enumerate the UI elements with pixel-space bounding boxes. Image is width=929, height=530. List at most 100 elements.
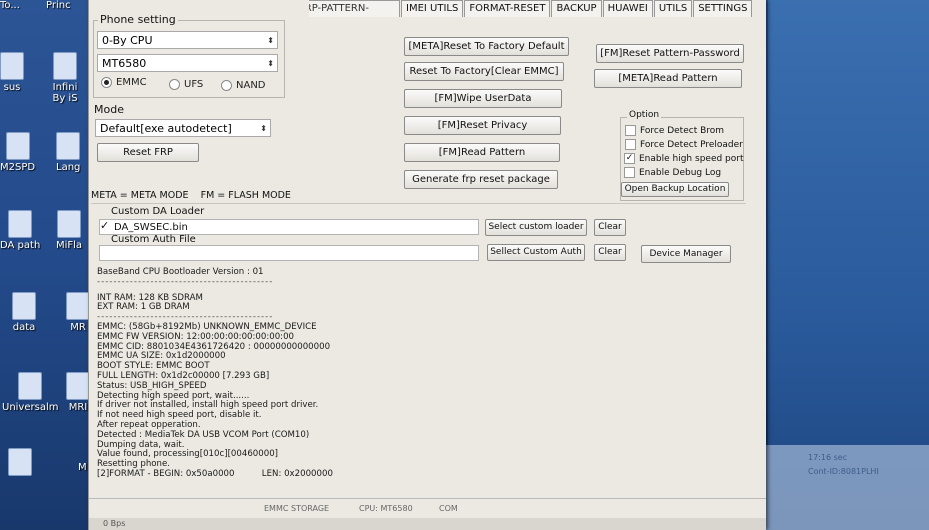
- app-icon: [12, 292, 36, 320]
- clear-auth-button[interactable]: Clear: [594, 244, 626, 261]
- tab-imei-utils[interactable]: IMEI UTILS: [401, 0, 464, 17]
- force-detect-brom-checkbox[interactable]: Force Detect Brom: [625, 125, 724, 136]
- check-icon: ✓: [100, 219, 110, 232]
- desktop-icon[interactable]: To...: [0, 0, 20, 11]
- force-detect-preloader-checkbox[interactable]: Force Detect Preloader: [625, 139, 743, 150]
- desktop-icon[interactable]: data: [12, 292, 36, 333]
- desktop-icon[interactable]: M: [78, 462, 87, 473]
- meta-reset-factory-default-button[interactable]: [META]Reset To Factory Default: [404, 37, 569, 56]
- status-port: COM: [439, 504, 458, 513]
- device-manager-button[interactable]: Device Manager: [641, 245, 731, 263]
- radio-emmc[interactable]: EMMC: [101, 77, 147, 88]
- app-icon: [18, 372, 43, 400]
- checkbox-label: Force Detect Brom: [640, 125, 725, 136]
- desktop-icon[interactable]: MiFla: [56, 210, 82, 251]
- fm-read-pattern-button[interactable]: [FM]Read Pattern: [404, 143, 560, 162]
- mode-select[interactable]: Default[exe autodetect] ⬍: [95, 119, 271, 137]
- radio-dot-icon: [169, 79, 180, 90]
- clear-da-button[interactable]: Clear: [594, 219, 626, 236]
- custom-da-title: Custom DA Loader: [111, 206, 205, 217]
- chevron-updown-icon: ⬍: [267, 36, 274, 45]
- desktop-icon-label: MRI: [68, 402, 88, 413]
- log-line: ----------------------------------------…: [97, 276, 274, 287]
- app-icon: [8, 210, 33, 238]
- custom-auth-title: Custom Auth File: [111, 234, 196, 245]
- fm-wipe-userdata-button[interactable]: [FM]Wipe UserData: [404, 89, 562, 108]
- desktop-icon[interactable]: [8, 448, 32, 478]
- radio-ufs[interactable]: UFS: [169, 79, 203, 90]
- tab-backup[interactable]: BACKUP: [551, 0, 602, 17]
- radio-nand[interactable]: NAND: [221, 80, 266, 91]
- desktop-icon[interactable]: Lang: [56, 132, 80, 173]
- divider: [91, 203, 746, 204]
- select-custom-auth-button[interactable]: Sellect Custom Auth: [487, 244, 585, 261]
- desktop-icon[interactable]: Princ: [46, 0, 71, 11]
- app-icon: [66, 292, 90, 320]
- desktop-icon[interactable]: DA path: [0, 210, 40, 251]
- custom-da-input[interactable]: DA_SWSEC.bin: [99, 219, 479, 235]
- mode-legend: META = META MODE FM = FLASH MODE: [91, 190, 291, 201]
- desktop-icon[interactable]: MRI: [66, 372, 90, 413]
- radio-dot-icon: [101, 77, 112, 88]
- desktop-icon[interactable]: Infini By iS: [46, 52, 84, 104]
- desktop-icon[interactable]: sus: [0, 52, 24, 93]
- desktop-icon-label: MiFla: [56, 240, 83, 251]
- log-output: BaseBand CPU Bootloader Version : 01 ---…: [97, 267, 697, 493]
- reset-frp-button[interactable]: Reset FRP: [97, 143, 199, 162]
- tab-utils[interactable]: UTILS: [653, 0, 693, 17]
- enable-debug-log-checkbox[interactable]: Enable Debug Log: [624, 167, 721, 178]
- open-backup-location-button[interactable]: Open Backup Location: [621, 182, 729, 197]
- chevron-updown-icon: ⬍: [260, 124, 267, 133]
- enable-high-speed-port-checkbox[interactable]: ✓ Enable high speed port: [624, 153, 744, 164]
- tab-settings[interactable]: SETTINGS: [693, 0, 753, 17]
- notify-time: 17:16 sec: [808, 453, 848, 462]
- radio-label: UFS: [184, 79, 204, 90]
- desktop-icon-label: Infini By iS: [52, 82, 78, 104]
- log-line: Value found, processing[010c][00460000]: [97, 449, 279, 460]
- phone-setting-title: Phone setting: [98, 13, 178, 26]
- checkbox-icon: [624, 167, 635, 178]
- chip-select[interactable]: MT6580 ⬍: [97, 54, 278, 72]
- log-line: Detected : MediaTek DA USB VCOM Port (CO…: [97, 429, 310, 440]
- checkbox-label: Force Detect Preloader: [640, 139, 743, 150]
- status-cpu: CPU: MT6580: [359, 504, 413, 513]
- fm-reset-pattern-password-button[interactable]: [FM]Reset Pattern-Password: [596, 44, 744, 63]
- select-custom-loader-button[interactable]: Select custom loader: [485, 219, 587, 236]
- desktop-icon-label: data: [12, 322, 36, 333]
- fm-reset-privacy-button[interactable]: [FM]Reset Privacy: [404, 116, 561, 135]
- notification-toast[interactable]: 17:16 sec Cont-ID:8081PLHI: [760, 445, 929, 530]
- desktop-icon-label: Universalm: [2, 402, 59, 413]
- mode-select-value: Default[exe autodetect]: [100, 122, 232, 135]
- cpu-select-value: 0-By CPU: [102, 34, 153, 47]
- desktop-icon-label: M2SPD: [0, 162, 36, 173]
- radio-dot-icon: [221, 80, 232, 91]
- reset-factory-clear-emmc-button[interactable]: Reset To Factory[Clear EMMC]: [404, 62, 564, 81]
- radio-label: NAND: [236, 80, 266, 91]
- check-icon: ✓: [624, 153, 635, 164]
- transfer-speed: 0 Bps: [103, 519, 126, 528]
- chevron-updown-icon: ⬍: [267, 59, 274, 68]
- custom-auth-input[interactable]: [99, 245, 479, 261]
- custom-da-value: DA_SWSEC.bin: [114, 222, 188, 233]
- meta-read-pattern-button[interactable]: [META]Read Pattern: [594, 69, 742, 88]
- mode-title: Mode: [94, 103, 124, 116]
- tab-huawei[interactable]: HUAWEI: [602, 0, 653, 17]
- app-icon: [53, 52, 77, 80]
- desktop-icon-label: M: [78, 462, 87, 473]
- desktop-icon[interactable]: Universalm: [2, 372, 58, 413]
- desktop-icon-label: To...: [0, 0, 20, 11]
- desktop-icon[interactable]: M2SPD: [0, 132, 35, 173]
- tab-format-reset[interactable]: FORMAT-RESET: [464, 0, 551, 17]
- generate-frp-package-button[interactable]: Generate frp reset package: [404, 170, 558, 189]
- desktop-icon-label: sus: [3, 82, 21, 93]
- app-icon: [56, 132, 81, 160]
- log-line: [2]FORMAT - BEGIN: 0x50a0000 LEN: 0x2000…: [97, 468, 333, 479]
- app-window: FRP-PATTERN-PRIVACY IMEI UTILS FORMAT-RE…: [88, 0, 766, 530]
- desktop-icon[interactable]: MR: [66, 292, 90, 333]
- desktop-icon-label: Princ: [46, 0, 71, 11]
- bottom-strip: 0 Bps: [89, 518, 766, 530]
- cpu-select[interactable]: 0-By CPU ⬍: [97, 31, 278, 49]
- tab-frp-pattern-privacy[interactable]: FRP-PATTERN-PRIVACY: [309, 0, 400, 17]
- desktop-icon-label: DA path: [0, 240, 41, 251]
- notify-name: Cont-ID:8081PLHI: [808, 467, 879, 476]
